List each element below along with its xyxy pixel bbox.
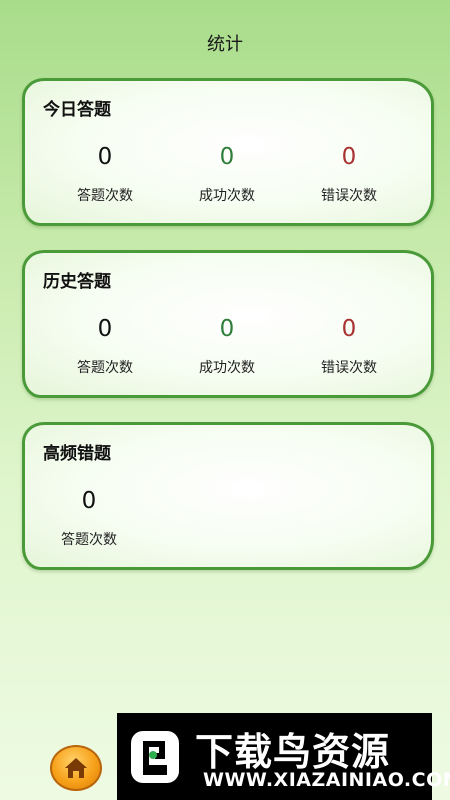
error-count-label: 错误次数 [321,360,377,376]
success-count-value: 0 [219,144,235,170]
answered-count-stat: 0 答题次数 [45,313,165,377]
answered-count-value: 0 [97,316,113,342]
card-title: 高频错题 [43,444,111,464]
answered-count-label: 答题次数 [61,532,117,548]
home-icon [65,758,87,778]
success-count-value: 0 [219,316,235,342]
page-title: 统计 [207,34,243,55]
watermark-brand: 下载鸟资源 [195,730,391,774]
bird-logo-icon [131,731,179,783]
answered-count-label: 答题次数 [77,188,133,204]
answered-count-stat: 0 答题次数 [29,485,149,549]
success-count-stat: 0 成功次数 [167,141,287,205]
error-count-value: 0 [341,144,357,170]
watermark-url: WWW.XIAZAINIAO.COM [203,769,450,791]
today-stats-card: 今日答题 0 答题次数 0 成功次数 0 错误次数 [22,78,434,226]
answered-count-label: 答题次数 [77,360,133,376]
home-button[interactable] [50,745,102,791]
frequent-errors-card[interactable]: 高频错题 0 答题次数 [22,422,434,570]
error-count-stat: 0 错误次数 [289,313,409,377]
history-stats-card: 历史答题 0 答题次数 0 成功次数 0 错误次数 [22,250,434,398]
answered-count-stat: 0 答题次数 [45,141,165,205]
success-count-label: 成功次数 [199,360,255,376]
success-count-label: 成功次数 [199,188,255,204]
answered-count-value: 0 [81,488,97,514]
card-title: 历史答题 [43,272,111,292]
error-count-label: 错误次数 [321,188,377,204]
success-count-stat: 0 成功次数 [167,313,287,377]
card-title: 今日答题 [43,100,111,120]
watermark-banner: 下载鸟资源 WWW.XIAZAINIAO.COM [117,713,450,800]
error-count-stat: 0 错误次数 [289,141,409,205]
answered-count-value: 0 [97,144,113,170]
error-count-value: 0 [341,316,357,342]
